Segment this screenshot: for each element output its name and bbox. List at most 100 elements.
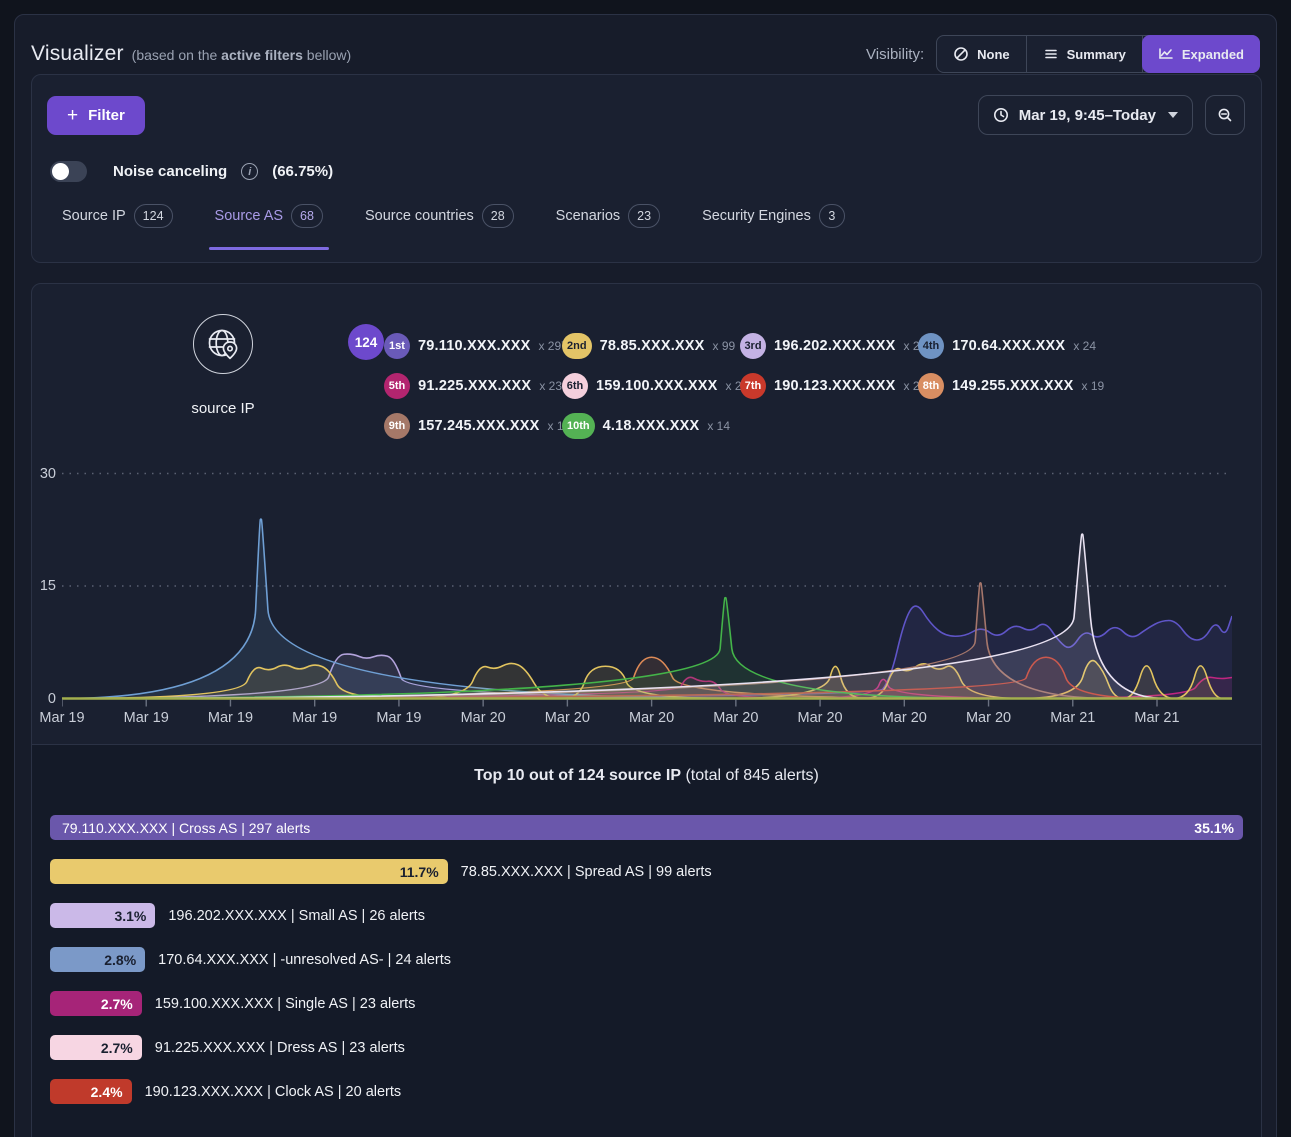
filter-tabs: Source IP124 Source AS68 Source countries2… — [32, 182, 1261, 242]
x-axis-tick-label: Mar 20 — [701, 710, 771, 726]
legend-item[interactable]: 5th91.225.XXX.XXXx 23 — [384, 366, 562, 406]
tab-scenarios[interactable]: Scenarios23 — [556, 204, 660, 242]
top10-title: Top 10 out of 124 source IP (total of 84… — [50, 767, 1243, 785]
noise-canceling-toggle[interactable] — [50, 161, 87, 182]
add-filter-button[interactable]: + Filter — [47, 96, 145, 135]
top10-bars: 35.1% 79.110.XXX.XXX | Cross AS | 297 ale… — [50, 815, 1243, 1104]
expanded-icon — [1158, 46, 1174, 62]
x-axis-tick-label: Mar 20 — [785, 710, 855, 726]
top10-bar[interactable]: 2.7% — [50, 1035, 142, 1060]
y-axis-tick-label: 30 — [32, 466, 56, 482]
entity-label: source IP — [163, 400, 283, 417]
bar-label: 170.64.XXX.XXX | -unresolved AS- | 24 al… — [158, 952, 451, 968]
tab-source-ip[interactable]: Source IP124 — [62, 204, 173, 242]
chart-panel: 124 source IP 1st79.110.XXX.XXXx 2972nd7… — [31, 283, 1262, 1137]
top10-bar-row: 11.7%78.85.XXX.XXX | Spread AS | 99 aler… — [50, 859, 1243, 884]
legend-item[interactable]: 7th190.123.XXX.XXXx 20 — [740, 366, 918, 406]
visibility-expanded-button[interactable]: Expanded — [1142, 35, 1260, 73]
tab-count-badge: 3 — [819, 204, 845, 228]
timeseries-chart[interactable]: 01530 — [62, 472, 1232, 708]
top-sources-legend: 1st79.110.XXX.XXXx 2972nd78.85.XXX.XXXx … — [384, 326, 1096, 446]
info-icon[interactable]: i — [241, 163, 258, 180]
entity-count-badge: 124 — [348, 324, 384, 360]
top10-bar-row: 2.7% 91.225.XXX.XXX | Dress AS | 23 alert… — [50, 1035, 1243, 1060]
legend-count: x 23 — [539, 379, 562, 393]
legend-area: 124 source IP 1st79.110.XXX.XXXx 2972nd7… — [32, 284, 1261, 470]
y-axis-tick-label: 0 — [32, 691, 56, 707]
rank-chip: 8th — [918, 373, 944, 399]
tab-count-badge: 28 — [482, 204, 514, 228]
bar-label: 190.123.XXX.XXX | Clock AS | 20 alerts — [145, 1084, 402, 1100]
bar-percent-label: 2.7% — [101, 991, 133, 1016]
tab-source-countries[interactable]: Source countries28 — [365, 204, 514, 242]
legend-count: x 99 — [713, 339, 736, 353]
top10-bar-row: 35.1% 79.110.XXX.XXX | Cross AS | 297 ale… — [50, 815, 1243, 840]
legend-item[interactable]: 2nd 78.85.XXX.XXX x 99 — [562, 326, 740, 366]
legend-ip: 149.255.XXX.XXX — [952, 378, 1074, 394]
legend-item[interactable]: 8th149.255.XXX.XXXx 19 — [918, 366, 1096, 406]
legend-ip: 157.245.XXX.XXX — [418, 418, 540, 434]
zoom-out-button[interactable] — [1205, 95, 1245, 135]
bar-percent-label: 2.7% — [101, 1035, 133, 1060]
x-axis-tick-label: Mar 21 — [1038, 710, 1108, 726]
rank-chip: 10th — [562, 413, 595, 439]
legend-ip: 78.85.XXX.XXX — [600, 338, 705, 354]
legend-ip: 159.100.XXX.XXX — [596, 378, 718, 394]
x-axis-tick-label: Mar 19 — [364, 710, 434, 726]
top10-bar[interactable]: 35.1% 79.110.XXX.XXX | Cross AS | 297 ale… — [50, 815, 1243, 840]
legend-item[interactable]: 6th159.100.XXX.XXXx 23 — [562, 366, 740, 406]
visualizer-panel: Visualizer (based on the active filters … — [14, 14, 1277, 1137]
top10-bar[interactable]: 2.8% — [50, 947, 145, 972]
legend-item[interactable]: 3rd196.202.XXX.XXXx 26 — [740, 326, 918, 366]
x-axis-labels: Mar 19Mar 19Mar 19Mar 19Mar 19Mar 20Mar … — [62, 708, 1232, 732]
tab-source-as[interactable]: Source AS68 — [215, 204, 323, 242]
rank-chip: 1st — [384, 333, 410, 359]
x-axis-tick-label: Mar 20 — [532, 710, 602, 726]
rank-chip: 6th — [562, 373, 588, 399]
bar-percent-label: 35.1% — [1194, 815, 1234, 840]
visibility-toggle-group: None Summary Expanded — [936, 35, 1260, 73]
x-axis-tick-label: Mar 20 — [869, 710, 939, 726]
bar-label: 159.100.XXX.XXX | Single AS | 23 alerts — [155, 996, 416, 1012]
legend-ip: 79.110.XXX.XXX — [418, 338, 530, 354]
top10-bar[interactable]: 3.1% — [50, 903, 155, 928]
legend-item[interactable]: 4th170.64.XXX.XXXx 24 — [918, 326, 1096, 366]
tab-security-engines[interactable]: Security Engines3 — [702, 204, 845, 242]
top10-bar-row: 2.8% 170.64.XXX.XXX | -unresolved AS- | 2… — [50, 947, 1243, 972]
x-axis-tick-label: Mar 20 — [448, 710, 518, 726]
tab-count-badge: 23 — [628, 204, 660, 228]
x-axis-tick-label: Mar 19 — [111, 710, 181, 726]
top10-bar[interactable]: 2.7% — [50, 991, 142, 1016]
bar-percent-label: 2.8% — [104, 947, 136, 972]
top10-bar[interactable]: 2.4% — [50, 1079, 132, 1104]
legend-item[interactable]: 9th157.245.XXX.XXXx 16 — [384, 406, 562, 446]
x-axis-tick-label: Mar 19 — [31, 710, 97, 726]
none-icon — [953, 46, 969, 62]
top10-bar[interactable]: 11.7% — [50, 859, 448, 884]
summary-icon — [1043, 46, 1059, 62]
visibility-label: Visibility: — [866, 46, 924, 63]
globe-pin-icon — [193, 314, 253, 374]
rank-chip: 7th — [740, 373, 766, 399]
top10-bar-row: 2.4% 190.123.XXX.XXX | Clock AS | 20 aler… — [50, 1079, 1243, 1104]
page-title: Visualizer — [31, 42, 124, 66]
chevron-down-icon — [1168, 112, 1178, 118]
x-axis-tick-label: Mar 19 — [280, 710, 350, 726]
filter-panel: + Filter Mar 19, 9:45–Today — [31, 74, 1262, 263]
legend-ip: 4.18.XXX.XXX — [603, 418, 700, 434]
legend-item[interactable]: 1st79.110.XXX.XXXx 297 — [384, 326, 562, 366]
magnifier-minus-icon — [1217, 107, 1233, 123]
y-axis-tick-label: 15 — [32, 578, 56, 594]
noise-canceling-label: Noise canceling — [113, 163, 227, 180]
rank-chip: 2nd — [562, 333, 592, 359]
bar-label: 196.202.XXX.XXX | Small AS | 26 alerts — [168, 908, 425, 924]
toggle-knob — [52, 163, 69, 180]
visibility-summary-button[interactable]: Summary — [1027, 36, 1143, 72]
bar-percent-label: 3.1% — [114, 903, 146, 928]
bar-label: 91.225.XXX.XXX | Dress AS | 23 alerts — [155, 1040, 405, 1056]
x-axis-tick-label: Mar 21 — [1122, 710, 1192, 726]
legend-item[interactable]: 10th4.18.XXX.XXXx 14 — [562, 406, 740, 446]
bar-label: 79.110.XXX.XXX | Cross AS | 297 alerts — [62, 815, 310, 840]
visibility-none-button[interactable]: None — [937, 36, 1027, 72]
date-range-picker[interactable]: Mar 19, 9:45–Today — [978, 95, 1193, 135]
